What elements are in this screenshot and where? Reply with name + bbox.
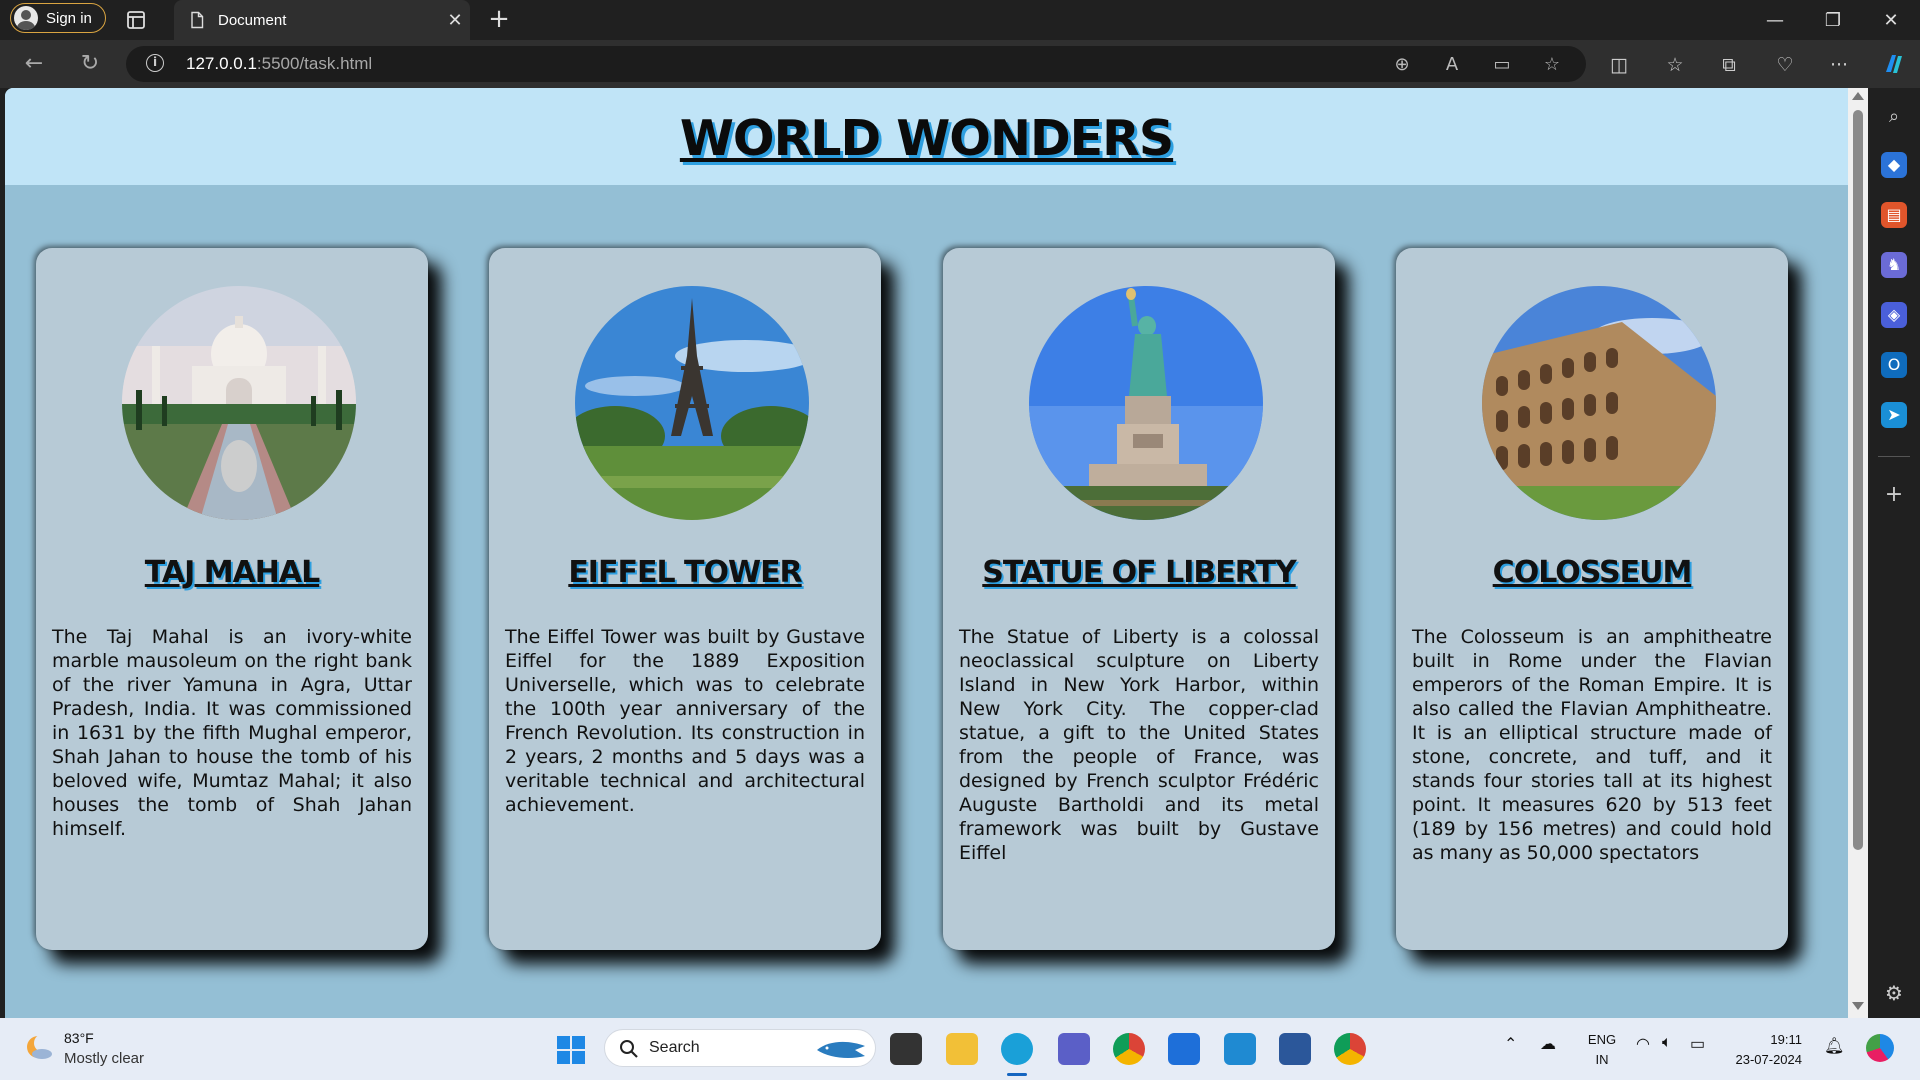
favorite-star-icon[interactable]: ☆	[1540, 53, 1564, 77]
card-colosseum: COLOSSEUM The Colosseum is an amphitheat…	[1396, 248, 1788, 950]
url-host: 127.0.0.1	[186, 54, 257, 73]
immersive-reader-icon[interactable]: ▭	[1490, 53, 1514, 77]
edge-sidebar: ⌕ ◆ ▤ ♞ ◈ O ➤ + ⚙	[1868, 88, 1920, 1018]
weather-temperature[interactable]: 83°F	[64, 1030, 94, 1046]
url-text: 127.0.0.1:5500/task.html	[186, 54, 372, 74]
taj-mahal-image	[122, 286, 356, 520]
tab-bar: Sign in Document ✕ + — ❐ ✕	[0, 0, 1920, 40]
browser-essentials-icon[interactable]: ♡	[1772, 52, 1798, 78]
games-icon[interactable]: ♞	[1881, 252, 1907, 278]
task-view-icon[interactable]	[890, 1033, 922, 1065]
search-highlight-icon	[817, 1041, 865, 1058]
windows-start-icon[interactable]	[556, 1035, 586, 1065]
sign-in-button[interactable]: Sign in	[10, 3, 106, 33]
shopping-tag-icon[interactable]: ◆	[1881, 152, 1907, 178]
page-title: WORLD WONDERS	[679, 110, 1174, 167]
weather-moon-icon[interactable]	[24, 1032, 54, 1062]
address-bar[interactable]: i 127.0.0.1:5500/task.html ⊕ A ▭ ☆	[126, 46, 1586, 82]
page-viewport: WORLD WONDERS TAJ MAHAL The Taj Mahal is…	[5, 88, 1848, 1018]
card-title: STATUE OF LIBERTY	[982, 555, 1296, 590]
tab-title: Document	[218, 11, 287, 29]
document-icon	[191, 11, 204, 29]
card-eiffel-tower: EIFFEL TOWER The Eiffel Tower was built …	[489, 248, 881, 950]
copilot-app-icon[interactable]: ◈	[1881, 302, 1907, 328]
card-title: EIFFEL TOWER	[568, 555, 802, 590]
card-description: The Eiffel Tower was built by Gustave Ei…	[505, 626, 865, 816]
url-path: :5500/task.html	[256, 54, 373, 73]
scroll-down-icon[interactable]	[1852, 1002, 1864, 1010]
microsoft-store-icon[interactable]	[1168, 1033, 1200, 1065]
vscode-icon[interactable]	[1224, 1033, 1256, 1065]
taskbar-search[interactable]: Search	[604, 1029, 876, 1067]
colosseum-image	[1482, 286, 1716, 520]
word-icon[interactable]	[1279, 1033, 1311, 1065]
clock-date[interactable]: 23-07-2024	[1726, 1052, 1803, 1067]
card-statue-of-liberty: STATUE OF LIBERTY The Statue of Liberty …	[943, 248, 1335, 950]
tab-document[interactable]: Document ✕	[174, 0, 470, 40]
tab-actions-icon[interactable]	[124, 8, 148, 32]
scroll-thumb[interactable]	[1853, 110, 1863, 850]
language-primary[interactable]: ENG	[1586, 1032, 1618, 1047]
battery-icon[interactable]: ▭	[1690, 1034, 1705, 1054]
new-tab-button[interactable]: +	[484, 4, 514, 34]
volume-icon[interactable]: 🔈︎	[1662, 1034, 1672, 1052]
sidebar-divider	[1878, 456, 1910, 457]
address-toolbar: ← ↻ i 127.0.0.1:5500/task.html ⊕ A ▭ ☆ ◫…	[0, 40, 1920, 88]
settings-gear-icon[interactable]: ⚙	[1881, 980, 1907, 1006]
avatar-icon	[14, 6, 38, 30]
close-tab-icon[interactable]: ✕	[440, 5, 470, 35]
wifi-icon[interactable]: ◠	[1636, 1034, 1650, 1054]
favorites-icon[interactable]: ☆	[1662, 52, 1688, 78]
language-secondary[interactable]: IN	[1586, 1052, 1618, 1067]
windows-taskbar: 83°F Mostly clear Search ⌃ ☁ ENG IN ◠ 🔈︎…	[0, 1018, 1920, 1080]
weather-condition[interactable]: Mostly clear	[64, 1050, 144, 1067]
card-description: The Colosseum is an amphitheatre built i…	[1412, 626, 1772, 864]
eiffel-tower-image	[575, 286, 809, 520]
minimize-button[interactable]: —	[1750, 0, 1800, 40]
statue-of-liberty-image	[1029, 286, 1263, 520]
zoom-icon[interactable]: ⊕	[1390, 53, 1414, 77]
copilot-taskbar-icon[interactable]	[1866, 1034, 1894, 1062]
refresh-icon[interactable]: ↻	[74, 49, 106, 79]
split-screen-icon[interactable]: ◫	[1606, 52, 1632, 78]
page-header: WORLD WONDERS	[5, 88, 1848, 185]
search-label: Search	[649, 1039, 700, 1056]
read-aloud-icon[interactable]: A	[1440, 53, 1464, 77]
file-explorer-icon[interactable]	[946, 1033, 978, 1065]
notification-bell-icon[interactable]: 🔔︎	[1824, 1036, 1844, 1056]
scroll-up-icon[interactable]	[1852, 92, 1864, 100]
outlook-icon[interactable]: O	[1881, 352, 1907, 378]
clock-time[interactable]: 19:11	[1730, 1032, 1802, 1047]
chrome-profile-icon[interactable]	[1334, 1033, 1366, 1065]
send-icon[interactable]: ➤	[1881, 402, 1907, 428]
teams-icon[interactable]	[1058, 1033, 1090, 1065]
active-app-indicator	[1007, 1073, 1027, 1076]
edge-icon[interactable]	[1001, 1033, 1033, 1065]
more-options-icon[interactable]: ···	[1826, 52, 1852, 78]
site-info-icon[interactable]: i	[146, 54, 164, 72]
sign-in-label: Sign in	[46, 9, 92, 27]
collections-icon[interactable]: ⧉	[1716, 52, 1742, 78]
add-icon[interactable]: +	[1881, 482, 1907, 508]
card-taj-mahal: TAJ MAHAL The Taj Mahal is an ivory-whit…	[36, 248, 428, 950]
tray-chevron-icon[interactable]: ⌃	[1504, 1034, 1517, 1054]
copilot-icon[interactable]	[1880, 50, 1908, 78]
page-scrollbar[interactable]	[1848, 88, 1868, 1018]
tools-briefcase-icon[interactable]: ▤	[1881, 202, 1907, 228]
onedrive-icon[interactable]: ☁	[1540, 1034, 1556, 1054]
chrome-icon[interactable]	[1113, 1033, 1145, 1065]
restore-button[interactable]: ❐	[1808, 0, 1858, 40]
card-description: The Taj Mahal is an ivory-white marble m…	[52, 626, 412, 840]
card-description: The Statue of Liberty is a colossal neoc…	[959, 626, 1319, 864]
card-title: TAJ MAHAL	[144, 555, 320, 590]
card-title: COLOSSEUM	[1492, 555, 1693, 590]
search-icon[interactable]: ⌕	[1881, 104, 1907, 130]
back-arrow-icon[interactable]: ←	[18, 49, 50, 79]
close-window-button[interactable]: ✕	[1866, 0, 1916, 40]
search-icon	[620, 1040, 638, 1058]
